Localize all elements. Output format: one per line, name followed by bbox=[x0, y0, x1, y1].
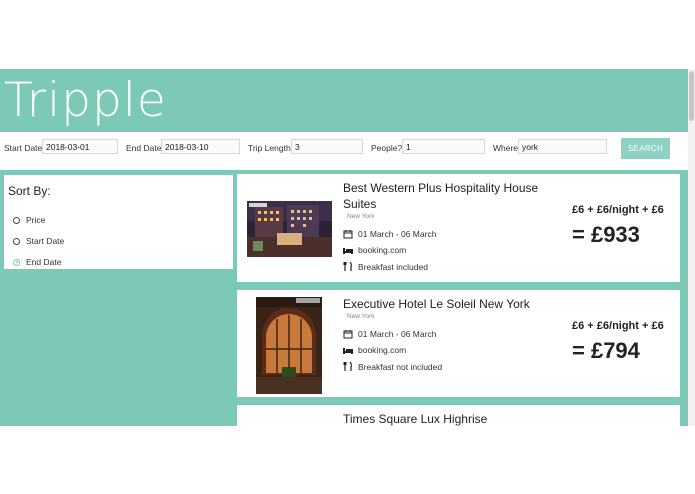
hotel-location: New York bbox=[347, 313, 375, 320]
price-breakdown: £6 + £6/night + £6 bbox=[572, 204, 664, 216]
dates-row: 01 March - 06 March bbox=[343, 329, 436, 339]
radio-icon[interactable] bbox=[13, 237, 20, 245]
sort-option-label: Start Date bbox=[26, 236, 65, 246]
provider-text[interactable]: booking.com bbox=[358, 245, 406, 255]
radio-icon[interactable] bbox=[13, 216, 20, 224]
provider-text[interactable]: booking.com bbox=[358, 345, 406, 355]
sort-option-price[interactable]: Price bbox=[13, 215, 45, 225]
breakfast-text: Breakfast included bbox=[358, 261, 428, 272]
hotel-location: New York bbox=[347, 213, 375, 220]
cutlery-icon bbox=[343, 261, 352, 271]
search-bar: Start Date 2018-03-01 End Date 2018-03-1… bbox=[0, 132, 688, 170]
start-date-label: Start Date bbox=[4, 143, 43, 153]
scrollbar-thumb[interactable] bbox=[689, 71, 694, 121]
price-total: = £933 bbox=[572, 222, 640, 247]
calendar-icon bbox=[343, 230, 353, 239]
trip-length-input[interactable]: 3 bbox=[291, 139, 363, 154]
sort-option-label: Price bbox=[26, 215, 46, 225]
hotel-photo bbox=[256, 297, 322, 394]
provider-row: booking.com bbox=[343, 245, 406, 255]
scrollbar[interactable] bbox=[688, 69, 695, 426]
radio-checked-icon[interactable] bbox=[13, 258, 20, 266]
dates-text: 01 March - 06 March bbox=[358, 329, 437, 339]
dates-row: 01 March - 06 March bbox=[343, 229, 436, 239]
hotel-card[interactable]: Executive Hotel Le Soleil New York New Y… bbox=[237, 290, 680, 397]
provider-row: booking.com bbox=[343, 345, 406, 355]
where-input[interactable]: york bbox=[518, 139, 607, 154]
app-container: Tripple Start Date 2018-03-01 End Date 2… bbox=[0, 69, 688, 426]
end-date-input[interactable]: 2018-03-10 bbox=[161, 139, 240, 154]
sort-panel: Sort By: Price Start Date End Date bbox=[4, 175, 233, 269]
start-date-input[interactable]: 2018-03-01 bbox=[42, 139, 118, 154]
hotel-name[interactable]: Executive Hotel Le Soleil New York bbox=[343, 296, 530, 312]
hotel-card[interactable]: Times Square Lux Highrise bbox=[237, 405, 680, 426]
bed-icon bbox=[343, 248, 353, 254]
sort-option-end-date[interactable]: End Date bbox=[13, 257, 61, 267]
logo: Tripple bbox=[4, 73, 167, 128]
hotel-name[interactable]: Best Western Plus Hospitality House bbox=[343, 180, 538, 196]
dates-text: 01 March - 06 March bbox=[358, 229, 437, 239]
price-breakdown: £6 + £6/night + £6 bbox=[572, 320, 664, 332]
sort-option-label: End Date bbox=[26, 257, 62, 267]
calendar-icon bbox=[343, 330, 353, 339]
search-button[interactable]: SEARCH bbox=[621, 138, 670, 159]
sort-option-start-date[interactable]: Start Date bbox=[13, 236, 64, 246]
breakfast-text: Breakfast not included bbox=[358, 361, 443, 372]
trip-length-label: Trip Length bbox=[248, 143, 291, 153]
bed-icon bbox=[343, 348, 353, 354]
breakfast-row: Breakfast not included bbox=[343, 361, 442, 372]
people-label: People? bbox=[371, 143, 403, 153]
end-date-label: End Date bbox=[126, 143, 162, 153]
price-total: = £794 bbox=[572, 338, 640, 363]
hotel-photo bbox=[247, 201, 332, 257]
where-label: Where bbox=[493, 143, 519, 153]
cutlery-icon bbox=[343, 361, 352, 371]
sort-title: Sort By: bbox=[8, 184, 51, 198]
hotel-name[interactable]: Times Square Lux Highrise bbox=[343, 411, 487, 426]
hotel-name-line2[interactable]: Suites bbox=[343, 196, 376, 212]
hotel-card[interactable]: Best Western Plus Hospitality House Suit… bbox=[237, 174, 680, 282]
people-input[interactable]: 1 bbox=[402, 139, 485, 154]
breakfast-row: Breakfast included bbox=[343, 261, 428, 272]
